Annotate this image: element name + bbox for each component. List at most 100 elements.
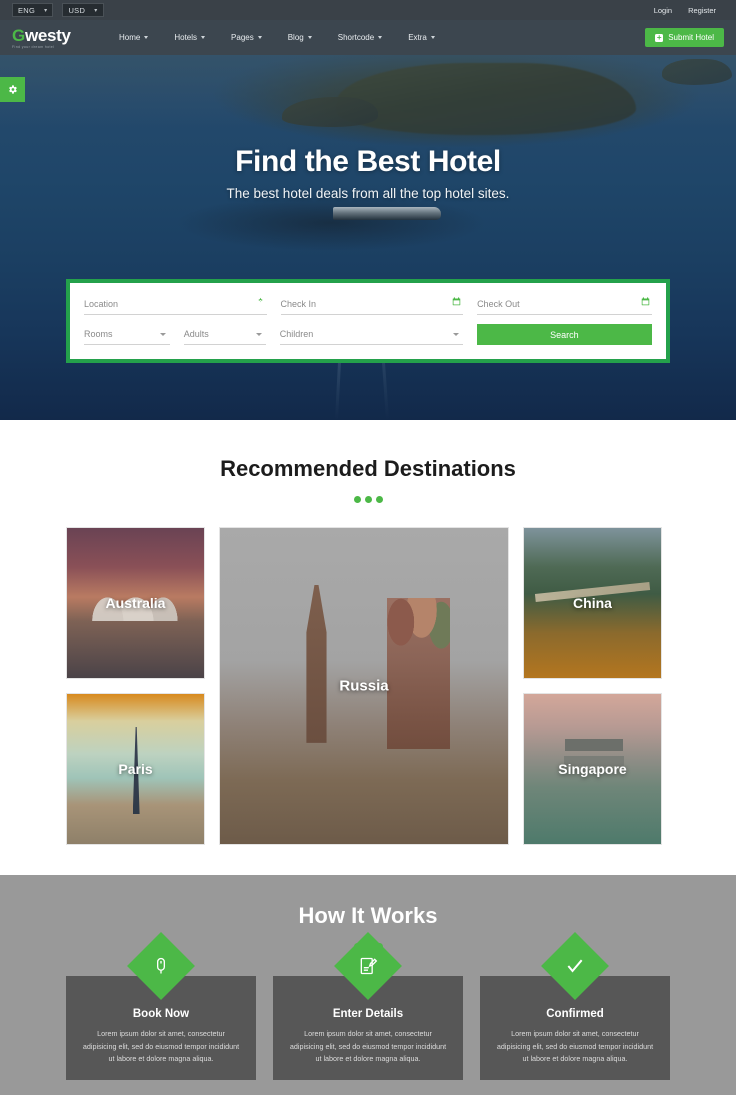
destinations-grid: Australia Russia China Paris Singapore bbox=[66, 527, 670, 845]
chevron-down-icon bbox=[258, 36, 262, 39]
nav-item-shortcode[interactable]: Shortcode bbox=[325, 33, 395, 42]
checkin-placeholder: Check In bbox=[281, 299, 317, 309]
form-edit-icon bbox=[358, 956, 378, 976]
checkout-input[interactable]: Check Out bbox=[477, 294, 652, 315]
chevron-down-icon: ▾ bbox=[94, 7, 97, 14]
chevron-down-icon bbox=[378, 36, 382, 39]
currency-selector[interactable]: USD ▾ bbox=[62, 3, 103, 17]
step-card-confirmed: Confirmed Lorem ipsum dolor sit amet, co… bbox=[480, 976, 670, 1080]
how-it-works-grid: Book Now Lorem ipsum dolor sit amet, con… bbox=[66, 976, 670, 1080]
section-dot-divider bbox=[0, 496, 736, 503]
target-locate-icon[interactable] bbox=[256, 297, 265, 306]
brand-name-initial: G bbox=[12, 26, 25, 45]
hero-ship-shape bbox=[333, 207, 441, 220]
nav-item-label: Blog bbox=[288, 33, 304, 42]
register-link[interactable]: Register bbox=[688, 6, 716, 15]
step-description: Lorem ipsum dolor sit amet, consectetur … bbox=[287, 1028, 449, 1066]
destinations-section: Recommended Destinations Australia Russi… bbox=[0, 420, 736, 875]
submit-hotel-button[interactable]: + Submit Hotel bbox=[645, 28, 724, 47]
currency-value: USD bbox=[68, 6, 85, 15]
calendar-icon[interactable] bbox=[452, 297, 461, 306]
children-select[interactable]: Children bbox=[280, 324, 463, 345]
how-it-works-section: How It Works Book Now Lorem ipsum dolor … bbox=[0, 875, 736, 1095]
page-root: ENG ▾ USD ▾ Login Register Gwesty Find y… bbox=[0, 0, 736, 1104]
chevron-down-icon bbox=[144, 36, 148, 39]
calendar-icon[interactable] bbox=[641, 297, 650, 306]
login-link[interactable]: Login bbox=[654, 6, 672, 15]
step-title: Enter Details bbox=[287, 1008, 449, 1020]
hero-subtitle: The best hotel deals from all the top ho… bbox=[0, 186, 736, 201]
rooms-select[interactable]: Rooms bbox=[84, 324, 170, 345]
destination-card-russia[interactable]: Russia bbox=[219, 527, 509, 845]
step-card-enter-details: Enter Details Lorem ipsum dolor sit amet… bbox=[273, 976, 463, 1080]
chevron-down-icon bbox=[453, 333, 459, 336]
step-card-book-now: Book Now Lorem ipsum dolor sit amet, con… bbox=[66, 976, 256, 1080]
adults-select[interactable]: Adults bbox=[184, 324, 266, 345]
chevron-down-icon bbox=[256, 333, 262, 336]
submit-hotel-label: Submit Hotel bbox=[668, 33, 714, 42]
destination-label: China bbox=[524, 595, 661, 611]
how-it-works-title: How It Works bbox=[0, 903, 736, 929]
brand-name-rest: westy bbox=[25, 26, 71, 45]
plus-icon: + bbox=[655, 34, 663, 42]
nav-item-blog[interactable]: Blog bbox=[275, 33, 325, 42]
chevron-down-icon bbox=[201, 36, 205, 39]
nav-item-hotels[interactable]: Hotels bbox=[161, 33, 218, 42]
brand-tagline: Find your dream hotel bbox=[12, 45, 96, 49]
gear-icon bbox=[7, 84, 18, 95]
step-description: Lorem ipsum dolor sit amet, consectetur … bbox=[80, 1028, 242, 1066]
destinations-title: Recommended Destinations bbox=[0, 456, 736, 482]
chevron-down-icon: ▾ bbox=[44, 7, 47, 14]
destination-card-singapore[interactable]: Singapore bbox=[523, 693, 662, 845]
checkin-input[interactable]: Check In bbox=[281, 294, 464, 315]
nav-item-label: Home bbox=[119, 33, 140, 42]
children-placeholder: Children bbox=[280, 329, 314, 339]
nav-item-label: Shortcode bbox=[338, 33, 374, 42]
hero-island-shape bbox=[336, 63, 636, 135]
step-title: Book Now bbox=[80, 1008, 242, 1020]
nav-item-home[interactable]: Home bbox=[106, 33, 161, 42]
main-navbar: Gwesty Find your dream hotel Home Hotels… bbox=[0, 20, 736, 55]
checkout-placeholder: Check Out bbox=[477, 299, 520, 309]
language-selector[interactable]: ENG ▾ bbox=[12, 3, 53, 17]
nav-item-label: Pages bbox=[231, 33, 254, 42]
hero-island-shape-secondary bbox=[282, 97, 378, 127]
nav-item-pages[interactable]: Pages bbox=[218, 33, 275, 42]
search-button[interactable]: Search bbox=[477, 324, 652, 345]
topbar: ENG ▾ USD ▾ Login Register bbox=[0, 0, 736, 20]
divider-dot bbox=[365, 496, 372, 503]
hero-island-shape-tertiary bbox=[662, 59, 732, 85]
nav-item-label: Hotels bbox=[174, 33, 197, 42]
hero-banner: Find the Best Hotel The best hotel deals… bbox=[0, 55, 736, 420]
destination-card-paris[interactable]: Paris bbox=[66, 693, 205, 845]
divider-dot bbox=[376, 496, 383, 503]
chevron-down-icon bbox=[431, 36, 435, 39]
adults-placeholder: Adults bbox=[184, 329, 209, 339]
chevron-down-icon bbox=[160, 333, 166, 336]
location-placeholder: Location bbox=[84, 299, 118, 309]
hotel-search-panel: Location Check In Check Out bbox=[66, 279, 670, 363]
destination-label: Singapore bbox=[524, 761, 661, 777]
hero-title: Find the Best Hotel bbox=[0, 145, 736, 179]
language-value: ENG bbox=[18, 6, 35, 15]
divider-dot bbox=[354, 496, 361, 503]
destination-card-china[interactable]: China bbox=[523, 527, 662, 679]
topbar-account-links: Login Register bbox=[654, 6, 724, 15]
search-row-primary: Location Check In Check Out bbox=[84, 294, 652, 315]
location-input[interactable]: Location bbox=[84, 294, 267, 315]
hero-text-block: Find the Best Hotel The best hotel deals… bbox=[0, 145, 736, 201]
destination-label: Paris bbox=[67, 761, 204, 777]
nav-item-label: Extra bbox=[408, 33, 427, 42]
destination-label: Russia bbox=[220, 678, 508, 695]
destination-label: Australia bbox=[67, 595, 204, 611]
nav-item-extra[interactable]: Extra bbox=[395, 33, 448, 42]
brand-logo[interactable]: Gwesty Find your dream hotel bbox=[12, 27, 96, 49]
brand-name: Gwesty bbox=[12, 27, 96, 44]
settings-toggle-button[interactable] bbox=[0, 77, 25, 102]
rooms-placeholder: Rooms bbox=[84, 329, 113, 339]
search-row-secondary: Rooms Adults Children Search bbox=[84, 324, 652, 345]
chevron-down-icon bbox=[308, 36, 312, 39]
step-title: Confirmed bbox=[494, 1008, 656, 1020]
check-icon bbox=[565, 956, 585, 976]
destination-card-australia[interactable]: Australia bbox=[66, 527, 205, 679]
